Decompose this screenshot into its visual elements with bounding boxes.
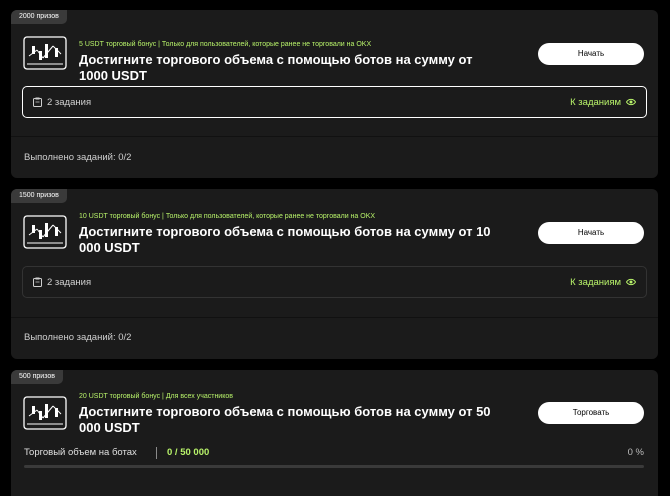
clipboard-icon xyxy=(33,97,42,107)
volume-separator xyxy=(156,447,157,459)
task-title: Достигните торгового объема с помощью бо… xyxy=(79,404,491,435)
task-card-50000: 500 призов 20 USDT торговый бонус | Для … xyxy=(11,370,658,496)
to-tasks-link[interactable]: К заданиям xyxy=(570,267,636,297)
task-title: Достигните торгового объема с помощью бо… xyxy=(79,224,491,255)
to-tasks-label: К заданиям xyxy=(570,96,621,108)
bonus-description: 5 USDT торговый бонус | Только для польз… xyxy=(79,41,372,48)
subtasks-toggle[interactable]: 2 задания К заданиям xyxy=(22,266,647,298)
volume-progress-bar xyxy=(24,465,644,468)
subtasks-count-label: 2 задания xyxy=(47,276,92,288)
to-tasks-label: К заданиям xyxy=(570,276,621,288)
card-divider xyxy=(11,136,658,137)
eye-icon xyxy=(626,278,636,286)
prize-count-badge: 500 призов xyxy=(11,370,63,384)
trading-bot-icon xyxy=(23,396,67,430)
task-title: Достигните торгового объема с помощью бо… xyxy=(79,52,473,83)
card-divider xyxy=(11,317,658,318)
bot-volume-percent: 0 % xyxy=(627,447,644,458)
trading-bot-icon xyxy=(23,215,67,249)
bonus-description: 20 USDT торговый бонус | Для всех участн… xyxy=(79,393,233,400)
prize-count-badge: 1500 призов xyxy=(11,189,67,203)
bot-volume-label: Торговый объем на ботах xyxy=(24,447,137,458)
subtasks-toggle[interactable]: 2 задания К заданиям xyxy=(22,86,647,118)
prize-count-badge: 2000 призов xyxy=(11,10,67,24)
completed-tasks: Выполнено заданий: 0/2 xyxy=(24,332,132,343)
subtasks-count: 2 задания xyxy=(33,87,91,117)
task-card-10000: 1500 призов 10 USDT торговый бонус | Тол… xyxy=(11,189,658,359)
subtasks-count-label: 2 задания xyxy=(47,96,92,108)
start-button[interactable]: Начать xyxy=(538,222,644,244)
completed-tasks: Выполнено заданий: 0/2 xyxy=(24,152,132,163)
bonus-description: 10 USDT торговый бонус | Только для поль… xyxy=(79,213,376,220)
bot-volume-row: Торговый объем на ботах 0 / 50 000 0 % xyxy=(24,447,644,461)
eye-icon xyxy=(626,98,636,106)
start-button[interactable]: Начать xyxy=(538,43,644,65)
bot-volume-value: 0 / 50 000 xyxy=(167,447,210,458)
to-tasks-link[interactable]: К заданиям xyxy=(570,87,636,117)
task-card-1000: 2000 призов 5 USDT торговый бонус | Толь… xyxy=(11,10,658,178)
trading-bot-icon xyxy=(23,36,67,70)
trade-button[interactable]: Торговать xyxy=(538,402,644,424)
subtasks-count: 2 задания xyxy=(33,267,91,297)
clipboard-icon xyxy=(33,277,42,287)
